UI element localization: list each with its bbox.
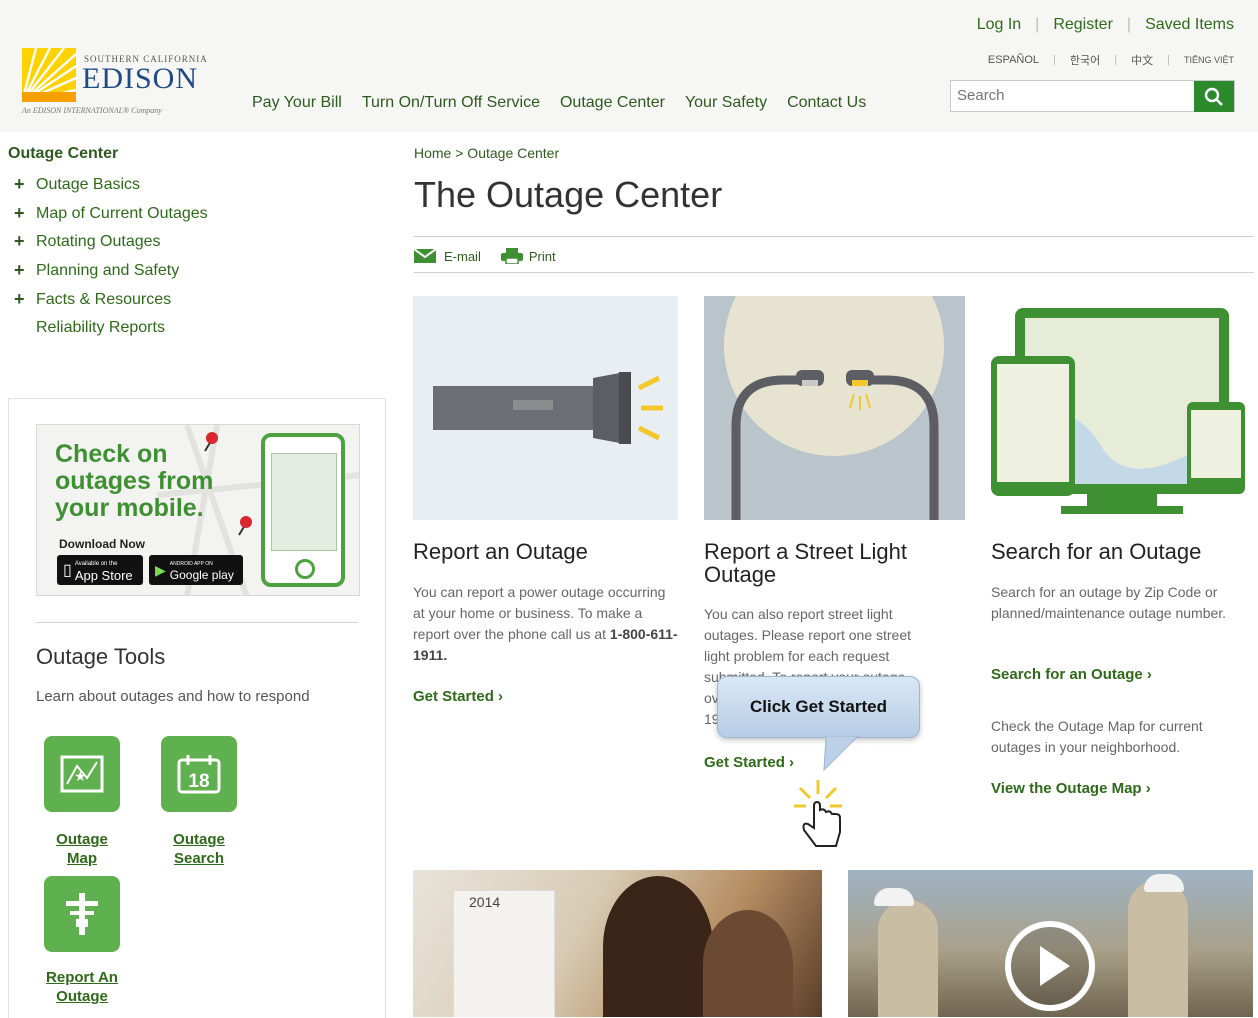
family-calendar-photo: 2014 [413, 870, 822, 1017]
apple-icon: ▯ [63, 562, 72, 579]
calendar-icon: 18 [177, 755, 221, 794]
video-play-icon[interactable] [1002, 918, 1098, 1014]
map-pin-icon [238, 516, 252, 536]
power-pole-icon [66, 893, 98, 935]
card-report-outage-text: You can report a power outage occurring … [413, 584, 678, 663]
report-outage-tile[interactable] [44, 876, 120, 952]
street-light-icon [724, 296, 944, 520]
plus-icon: + [14, 231, 25, 251]
sidebar-item-facts-resources[interactable]: + Facts & Resources [14, 289, 171, 310]
flashlight-illustration [413, 296, 678, 520]
lang-spanish[interactable]: ESPAÑOL [988, 54, 1039, 66]
chevron-right-icon: › [498, 688, 504, 705]
svg-text:★: ★ [74, 768, 87, 784]
app-store-badge[interactable]: ▯ Available on the App Store [57, 555, 143, 585]
email-button[interactable]: E-mail [414, 249, 481, 264]
share-bar: E-mail Print [414, 248, 556, 264]
line-workers-video[interactable] [848, 870, 1253, 1017]
utility-links: Log In | Register | Saved Items [977, 16, 1234, 34]
search-button[interactable] [1194, 81, 1234, 112]
separator: | [1126, 16, 1132, 33]
download-now-label: Download Now [59, 537, 145, 551]
chevron-right-icon: › [1145, 780, 1151, 797]
plus-icon: + [14, 260, 25, 280]
click-get-started-callout: Click Get Started [717, 676, 920, 738]
logo-tagline: An EDISON INTERNATIONAL® Company [22, 106, 162, 115]
search-for-outage-link[interactable]: Search for an Outage › [991, 666, 1152, 683]
nav-your-safety[interactable]: Your Safety [685, 94, 767, 112]
report-an-outage-link[interactable]: Report An Outage [32, 968, 132, 1006]
plus-icon: + [14, 203, 25, 223]
main-nav: Pay Your Bill Turn On/Turn Off Service O… [252, 94, 886, 112]
printer-icon [500, 248, 523, 264]
map-pin-icon [204, 432, 218, 452]
promo-headline: Check on outages from your mobile. [55, 440, 214, 522]
plus-icon: + [14, 174, 25, 194]
outage-map-link[interactable]: Outage Map [32, 830, 132, 868]
callout-tail [823, 736, 859, 772]
nav-turn-on-off[interactable]: Turn On/Turn Off Service [362, 94, 540, 112]
card-search-outage-title: Search for an Outage [991, 539, 1202, 564]
separator: | [1035, 16, 1040, 33]
sidebar-item-rotating-outages[interactable]: + Rotating Outages [14, 231, 161, 252]
search-box [950, 80, 1235, 112]
lang-korean[interactable]: 한국어 [1070, 52, 1100, 68]
card-search-outage-text: Search for an outage by Zip Code or plan… [991, 584, 1227, 621]
play-icon: ▶ [155, 561, 166, 578]
outage-search-tile[interactable]: 18 [161, 736, 237, 812]
svg-text:18: 18 [188, 771, 209, 792]
email-icon [414, 249, 436, 263]
card-report-outage-title: Report an Outage [413, 539, 588, 564]
chevron-right-icon: › [1146, 666, 1152, 683]
outage-search-link[interactable]: Outage Search [149, 830, 249, 868]
flashlight-icon [433, 372, 663, 444]
phone-illustration [261, 433, 345, 587]
divider [36, 622, 358, 623]
divider [414, 272, 1254, 273]
outage-tools-heading: Outage Tools [36, 644, 166, 669]
language-links: ESPAÑOL | 한국어 | 中文 | TIẾNG VIỆT [987, 52, 1234, 68]
sidebar-item-planning-safety[interactable]: + Planning and Safety [14, 260, 179, 281]
lang-chinese[interactable]: 中文 [1131, 52, 1153, 68]
card-street-light-title: Report a Street Light Outage [704, 539, 908, 587]
edison-logo[interactable]: SOUTHERN CALIFORNIA EDISON An EDISON INT… [18, 46, 218, 122]
logo-brand: EDISON [82, 62, 198, 95]
hand-cursor-icon [794, 780, 842, 847]
sidebar-item-reliability-reports[interactable]: Reliability Reports [36, 319, 165, 337]
sun-logo-icon [22, 48, 76, 102]
card-outage-map-text: Check the Outage Map for current outages… [991, 718, 1203, 755]
chevron-right-icon: › [789, 754, 795, 771]
print-button[interactable]: Print [500, 248, 556, 264]
report-outage-get-started-link[interactable]: Get Started › [413, 688, 503, 705]
sidebar-title[interactable]: Outage Center [8, 145, 118, 163]
saved-items-link[interactable]: Saved Items [1145, 16, 1234, 34]
page-title: The Outage Center [414, 174, 723, 215]
view-outage-map-link[interactable]: View the Outage Map › [991, 780, 1151, 797]
login-link[interactable]: Log In [977, 16, 1021, 34]
devices-illustration [991, 296, 1253, 520]
devices-icon [991, 308, 1245, 514]
mobile-app-promo[interactable]: Check on outages from your mobile. Downl… [36, 424, 360, 596]
outage-map-tile[interactable]: ★ [44, 736, 120, 812]
sidebar-item-map-current-outages[interactable]: + Map of Current Outages [14, 203, 208, 224]
register-link[interactable]: Register [1053, 16, 1113, 34]
sidebar-item-outage-basics[interactable]: + Outage Basics [14, 174, 140, 195]
search-icon [1204, 87, 1223, 106]
breadcrumb[interactable]: Home > Outage Center [414, 145, 559, 161]
divider [414, 236, 1254, 237]
plus-icon: + [14, 289, 25, 309]
nav-outage-center[interactable]: Outage Center [560, 94, 665, 112]
lang-vietnamese[interactable]: TIẾNG VIỆT [1184, 55, 1234, 65]
google-play-badge[interactable]: ▶ ANDROID APP ON Google play [149, 555, 243, 585]
map-icon: ★ [60, 755, 104, 793]
nav-pay-bill[interactable]: Pay Your Bill [252, 94, 342, 112]
street-light-illustration [704, 296, 965, 520]
outage-tools-subtitle: Learn about outages and how to respond [36, 688, 310, 705]
street-light-get-started-link[interactable]: Get Started › [704, 754, 794, 771]
calendar-year: 2014 [469, 894, 501, 910]
nav-contact-us[interactable]: Contact Us [787, 94, 866, 112]
search-input[interactable] [951, 81, 1203, 109]
